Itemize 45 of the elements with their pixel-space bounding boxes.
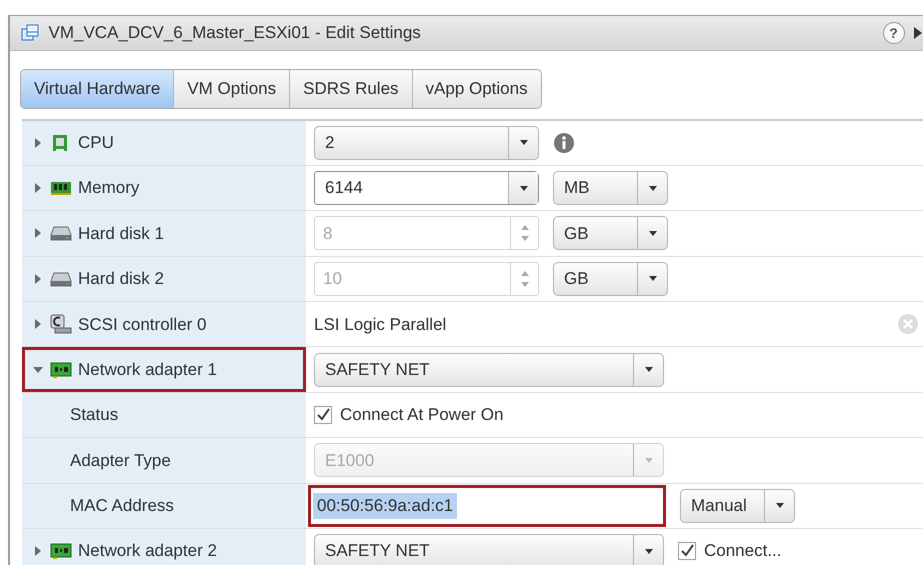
row-label: Network adapter 1 [78, 358, 217, 381]
row-label: Memory [78, 177, 140, 200]
row-label: Network adapter 2 [78, 540, 217, 562]
window-title: VM_VCA_DCV_6_Master_ESXi01 - Edit Settings [48, 22, 422, 44]
tab[interactable]: VM Options [174, 70, 290, 108]
dropdown[interactable]: 2 [314, 126, 539, 160]
dropdown[interactable]: MB [553, 171, 668, 206]
dropdown[interactable]: GB [553, 216, 668, 250]
row-label: Status [70, 404, 118, 426]
network-card-icon [50, 360, 72, 380]
row-label: CPU [78, 132, 114, 154]
combo-field[interactable]: 6144 [314, 171, 539, 206]
caret-icon [642, 365, 654, 374]
checked-checkbox-icon[interactable] [314, 406, 332, 424]
dropdown[interactable]: Manual [680, 488, 795, 523]
caret-icon [646, 184, 658, 193]
controller-icon [50, 314, 72, 334]
caret-icon [646, 228, 658, 238]
expand-arrow-icon [913, 26, 923, 40]
caret-icon [518, 184, 530, 193]
row-label: SCSI controller 0 [78, 314, 206, 336]
network-card-icon [50, 541, 72, 562]
vm-window-icon [20, 23, 40, 43]
tab[interactable]: vApp Options [412, 70, 541, 108]
dropdown[interactable]: SAFETY NET [314, 534, 664, 565]
tab[interactable]: SDRS Rules [290, 70, 413, 108]
checkbox-label: Connect... [704, 540, 782, 562]
caret-icon [518, 138, 530, 148]
row-label: Adapter Type [70, 450, 171, 472]
checkbox-label: Connect At Power On [340, 404, 504, 426]
checked-checkbox-icon[interactable] [678, 542, 696, 560]
help-button[interactable]: ? [882, 22, 904, 44]
mac-address-field[interactable]: 00:50:56:9a:ad:c1 [308, 484, 666, 527]
caret-icon [642, 456, 654, 465]
caret-icon [646, 274, 658, 284]
row-label: Hard disk 1 [78, 222, 164, 245]
dropdown[interactable]: GB [553, 262, 668, 296]
row-label: Hard disk 2 [78, 268, 164, 290]
caret-icon [774, 501, 786, 510]
field-value: LSI Logic Parallel [314, 314, 446, 336]
tab[interactable]: Virtual Hardware [21, 70, 174, 108]
caret-icon [642, 546, 654, 556]
row-label: MAC Address [70, 495, 174, 518]
dropdown[interactable]: SAFETY NET [314, 352, 664, 387]
info-icon [553, 132, 575, 154]
